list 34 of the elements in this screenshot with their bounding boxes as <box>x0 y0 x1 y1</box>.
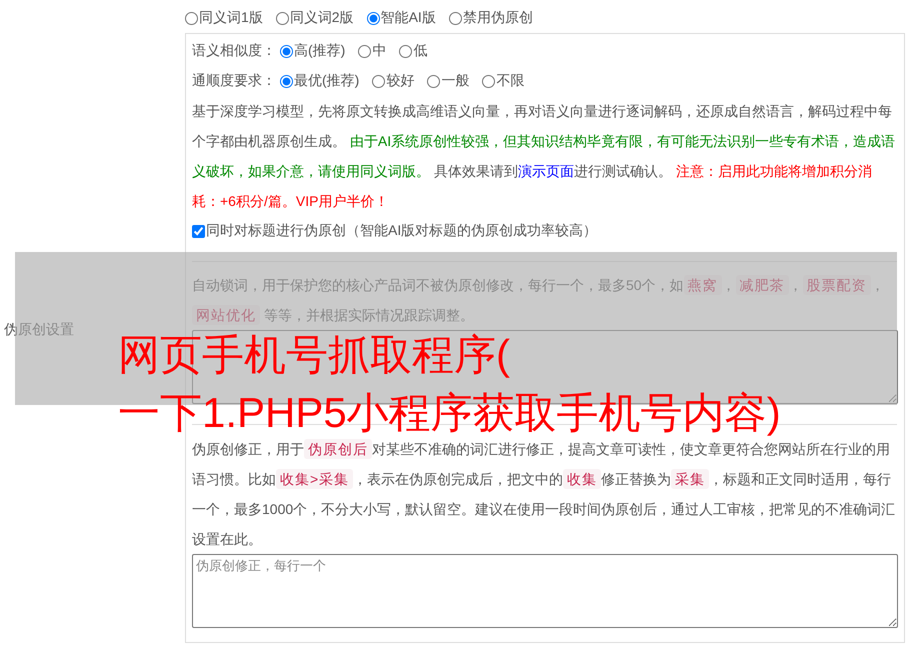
radio-label[interactable]: 同义词1版 <box>199 9 263 27</box>
radio-label[interactable]: 一般 <box>441 72 470 90</box>
radio-label[interactable]: 中 <box>372 42 386 60</box>
radio-button[interactable] <box>185 12 198 24</box>
checkbox-label[interactable]: 同时对标题进行伪原创（智能AI版对标题的伪原创成功率较高） <box>206 222 598 240</box>
radio-button[interactable] <box>280 44 293 58</box>
radio-label[interactable]: 最优(推荐) <box>294 72 360 90</box>
section-label: 伪原创设置 <box>4 321 74 339</box>
description-text: 伪原创修正，用于 伪原创后 对某些不准确的词汇进行修正，提高文章可读性，使文章更符合您网站所在行业的用语习惯。比如 收集>采集 ，表示在伪原创完成后，把文中的 收集 修正替换为 采集 ，标题和正文同时适用，每行一个，最多1000个，不分大小写，默认留空。建议在使用一段时间伪原创后，通过人工审核，把常见的不准确词汇设置在此。 <box>192 438 896 549</box>
radio-button[interactable] <box>280 74 293 88</box>
radio-label[interactable]: 不限 <box>496 72 524 90</box>
radio-button[interactable] <box>358 44 372 58</box>
radio-label[interactable]: 较好 <box>386 72 414 90</box>
radio-button[interactable] <box>427 74 440 88</box>
checkbox[interactable] <box>192 224 205 238</box>
radio-button[interactable] <box>372 74 386 88</box>
radio-button[interactable] <box>482 74 496 88</box>
correction-input[interactable]: 伪原创修正，每行一个 <box>192 554 898 628</box>
radio-button[interactable] <box>366 12 380 24</box>
description-text: 基于深度学习模型，先将原文转换成高维语义向量，再对语义向量进行逐词解码，还原成自然语言，解码过程中每个字都由机器原创生成。 由于AI系统原创性较强，但其知识结构毕竟有限，有可能无法识别一些专有术语，造成语义破坏，如果介意，请使用同义词版。 具体效果请到演示页面进行测试确认。 注意：启用此功能将增加积分消耗：+6积分/篇。VIP用户半价！ <box>192 102 896 211</box>
field-label: 语义相似度： <box>192 42 276 60</box>
demo-page-link[interactable]: 演示页面 <box>518 163 574 179</box>
radio-label[interactable]: 低 <box>413 42 428 60</box>
banner-title: 一下1.PHP5小程序获取手机号内容) <box>118 390 781 436</box>
radio-button[interactable] <box>448 12 462 24</box>
radio-label[interactable]: 禁用伪原创 <box>462 9 533 27</box>
banner-title: 网页手机号抓取程序( <box>118 332 510 378</box>
radio-button[interactable] <box>399 44 412 58</box>
radio-label[interactable]: 高(推荐) <box>294 42 346 60</box>
radio-label[interactable]: 智能AI版 <box>380 9 436 27</box>
radio-button[interactable] <box>276 12 289 24</box>
radio-label[interactable]: 同义词2版 <box>290 9 354 27</box>
description-text: 自动锁词，用于保护您的核心产品词不被伪原创修改，每行一个，最多50个，如 燕窝 ， 减肥茶 ， 股票配资 ， 网站优化 等等，并根据实际情况跟踪调整。 <box>192 274 886 327</box>
field-label: 通顺度要求： <box>192 72 276 90</box>
